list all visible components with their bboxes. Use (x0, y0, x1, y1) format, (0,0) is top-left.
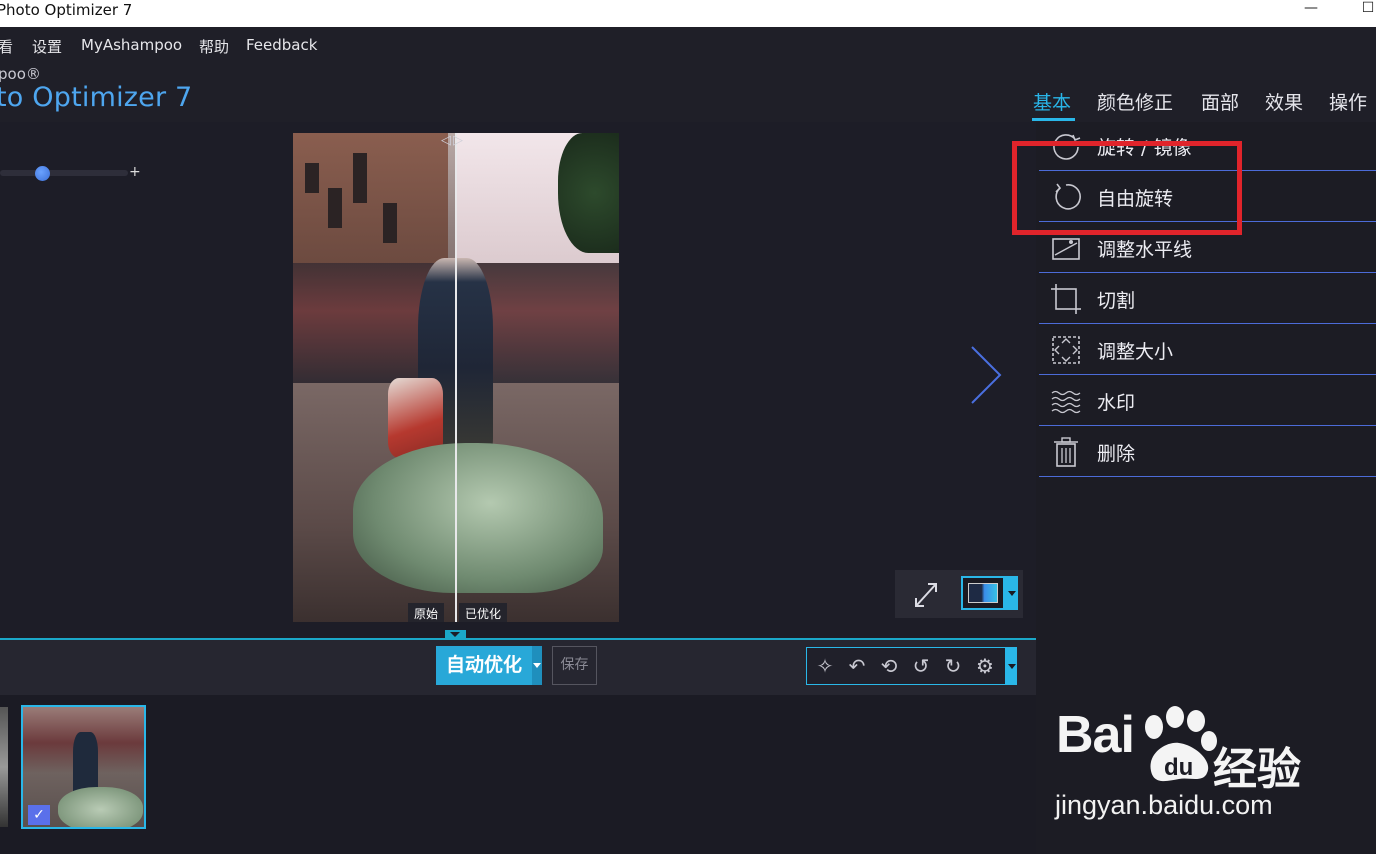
menu-bar: 看 设置 MyAshampoo 帮助 Feedback (0, 27, 1376, 62)
after-label: 已优化 (459, 603, 508, 622)
op-resize[interactable]: 调整大小 (1039, 324, 1376, 375)
tab-basic[interactable]: 基本 (1033, 88, 1071, 115)
trash-icon (1054, 437, 1078, 467)
watermark-url: jingyan.baidu.com (1055, 790, 1273, 820)
compare-mode-dropdown[interactable] (1005, 576, 1018, 610)
tab-face[interactable]: 面部 (1201, 88, 1239, 115)
tab-effects[interactable]: 效果 (1265, 88, 1303, 115)
next-image-icon[interactable] (964, 345, 1004, 405)
thumbnail-check-icon[interactable]: ✓ (28, 805, 50, 825)
filmstrip (0, 695, 1036, 854)
watermark-icon (1051, 390, 1081, 414)
menu-myashampoo[interactable]: MyAshampoo (81, 36, 182, 54)
op-crop[interactable]: 切割 (1039, 273, 1376, 324)
fullscreen-icon[interactable] (906, 576, 946, 612)
op-crop-label: 切割 (1097, 290, 1136, 312)
op-resize-label: 调整大小 (1097, 341, 1174, 363)
menu-feedback[interactable]: Feedback (246, 36, 317, 54)
title-bar: Photo Optimizer 7 — ☐ (0, 0, 1376, 27)
op-horizon-label: 调整水平线 (1097, 239, 1193, 261)
compare-mode-button[interactable] (961, 576, 1005, 610)
filmstrip-thumbnail-prev[interactable] (0, 707, 8, 827)
brand-product: to Optimizer 7 (0, 82, 193, 113)
edit-tools-dropdown[interactable] (1006, 647, 1017, 685)
op-watermark[interactable]: 水印 (1039, 375, 1376, 426)
app-header: poo® to Optimizer 7 基本 颜色修正 面部 效果 操作 (0, 62, 1376, 122)
window-title: Photo Optimizer 7 (0, 1, 133, 19)
collapse-filmstrip-button[interactable] (445, 630, 466, 640)
resize-icon (1052, 336, 1080, 364)
zoom-slider-knob[interactable] (35, 166, 50, 181)
baidu-paw-icon: du (1145, 706, 1217, 782)
svg-text:du: du (1164, 754, 1193, 781)
op-watermark-label: 水印 (1097, 392, 1136, 414)
magic-stars-icon[interactable]: ✧ (810, 653, 840, 679)
zoom-in-button[interactable]: + (129, 164, 141, 180)
watermark-baidu-bai: Bai (1056, 706, 1135, 764)
filmstrip-thumbnail-selected[interactable]: ✓ (21, 705, 146, 829)
tab-color-correction[interactable]: 颜色修正 (1097, 88, 1173, 115)
zoom-slider[interactable] (0, 170, 128, 176)
undo-all-icon[interactable]: ⟲ (874, 653, 904, 679)
menu-view[interactable]: 看 (0, 36, 13, 57)
edit-tools-group: ✧ ↶ ⟲ ↺ ↻ ⚙ (806, 647, 1006, 685)
annotation-highlight-box (1012, 141, 1242, 235)
op-delete-label: 删除 (1097, 443, 1136, 465)
auto-optimize-button[interactable]: 自动优化 (436, 646, 532, 685)
watermark-jingyan: 经验 (1213, 744, 1301, 795)
auto-optimize-dropdown[interactable] (532, 646, 542, 685)
settings-gear-icon[interactable]: ⚙ (970, 653, 1000, 679)
save-button[interactable]: 保存 (552, 646, 597, 685)
op-delete[interactable]: 删除 (1039, 426, 1376, 477)
rotate-left-90-icon[interactable]: ↺ (906, 653, 936, 679)
photo-tree (558, 133, 619, 253)
menu-settings[interactable]: 设置 (32, 36, 62, 57)
horizon-icon (1052, 238, 1080, 260)
minimize-button[interactable]: — (1301, 0, 1321, 18)
brand-vendor: poo® (0, 65, 41, 83)
undo-icon[interactable]: ↶ (842, 653, 872, 679)
split-view-icon (968, 583, 998, 603)
rotate-right-90-icon[interactable]: ↻ (938, 653, 968, 679)
before-label: 原始 (408, 603, 445, 622)
compare-divider-handle[interactable]: ◁▷ (441, 133, 465, 148)
photo-sack (353, 443, 603, 593)
menu-help[interactable]: 帮助 (199, 36, 229, 57)
compare-divider[interactable] (455, 133, 457, 622)
crop-icon (1051, 284, 1081, 314)
maximize-button[interactable]: ☐ (1358, 0, 1376, 18)
tab-operations[interactable]: 操作 (1329, 88, 1367, 115)
toolbar-separator (0, 638, 1036, 640)
